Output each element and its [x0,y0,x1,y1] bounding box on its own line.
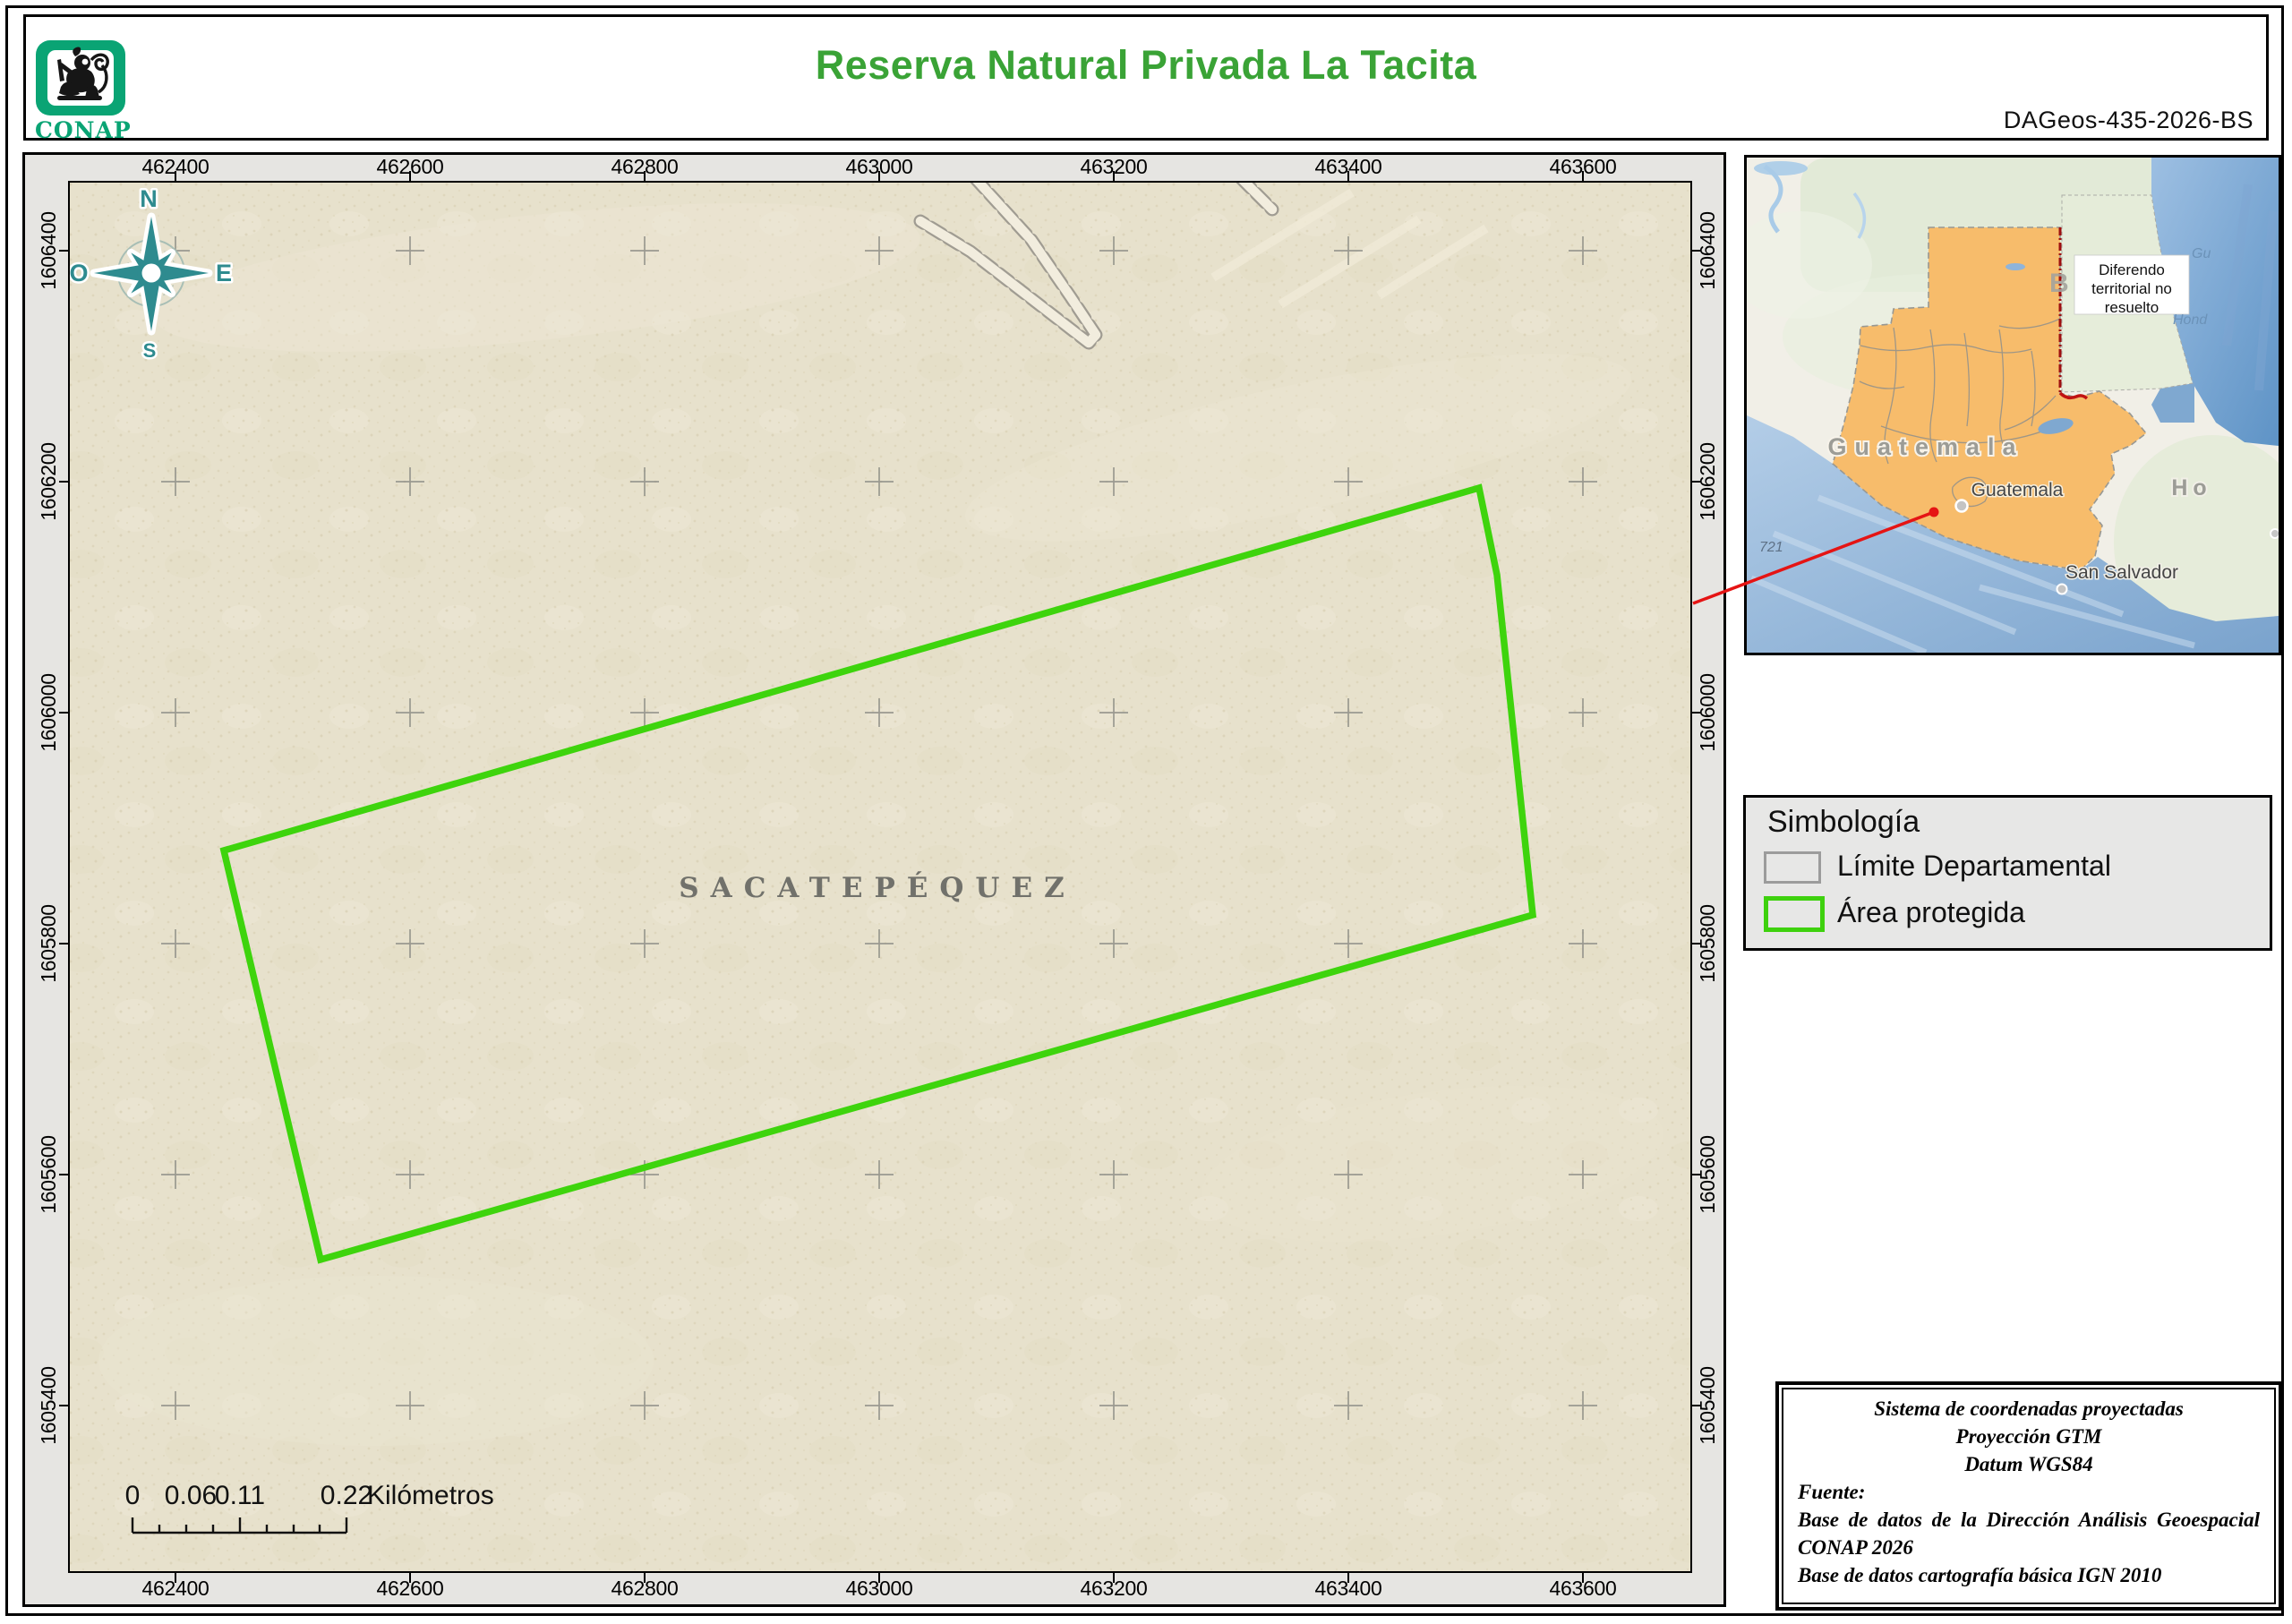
grid-tick [1691,943,1701,944]
scale-label-006: 0.06 [165,1481,217,1510]
grid-coordinate-label: 1605600 [38,1112,59,1237]
compass-s-label: S [143,339,157,362]
grid-coordinate-label: 1605400 [38,1343,59,1468]
grid-tick [1691,481,1701,483]
grid-tick [409,171,411,181]
grid-tick [1113,171,1115,181]
crs-line: Sistema de coordenadas proyectadas [1798,1395,2260,1423]
legend-title: Simbología [1767,805,1920,840]
sea-label-hond: Hond [2173,312,2208,328]
grid-tick [175,1573,176,1583]
belize-label-partial: B [2049,269,2069,298]
scale-unit-label: Kilómetros [367,1481,494,1510]
main-map-frame: SACATEPÉQUEZ [22,152,1726,1607]
guatemala-country-label: Guatemala [1827,433,2023,460]
main-map: SACATEPÉQUEZ [68,181,1692,1573]
grid-tick [1582,1573,1584,1583]
grid-tick [644,1573,646,1583]
city-dot-edge [2271,529,2279,538]
legend-item-label: Límite Departamental [1837,850,2111,883]
grid-coordinate-label: 1606200 [38,419,59,544]
header: CONAP Reserva Natural Privada La Tacita … [23,14,2269,141]
guatemala-city-dot [1956,500,1968,512]
map-title: Reserva Natural Privada La Tacita [26,42,2266,89]
document-code: DAGeos-435-2026-BS [2004,107,2254,134]
source-line-2: CONAP 2026 [1798,1534,2260,1561]
honduras-label-partial: Ho [2171,475,2211,500]
grid-tick [1347,1573,1349,1583]
grid-tick [1691,712,1701,714]
grid-tick [59,943,69,944]
grid-tick [878,1573,880,1583]
map-sheet: CONAP Reserva Natural Privada La Tacita … [0,0,2292,1624]
grid-tick [644,171,646,181]
grid-tick [59,1405,69,1406]
datum-line: Datum WGS84 [1798,1450,2260,1478]
departmental-boundary-swatch [1764,851,1821,884]
scale-label-011: 0.11 [215,1481,265,1510]
grid-coordinate-label: 1606400 [38,188,59,313]
grid-tick [59,1174,69,1175]
metadata-box: Sistema de coordenadas proyectadas Proye… [1775,1381,2282,1611]
san-salvador-dot [2057,585,2067,594]
diferendo-callout: Diferendo territorial no resuelto [2074,255,2189,316]
grid-tick [1347,171,1349,181]
grid-tick [175,171,176,181]
grid-tick [59,250,69,252]
fuente-label: Fuente: [1798,1478,2260,1506]
grid-tick [878,171,880,181]
conap-wordmark: CONAP [35,117,126,143]
diferendo-line-3: resuelto [2105,299,2159,316]
protected-area-swatch [1764,896,1825,932]
compass-e-label: E [216,260,232,286]
grid-tick [1691,1174,1701,1175]
legend: Simbología Límite Departamental Área pro… [1743,795,2272,951]
grid-tick [59,712,69,714]
legend-item-label: Área protegida [1837,896,2025,929]
depth-label: 721 [1759,540,1783,555]
sea-label-gu: Gu [2192,246,2211,261]
map-canvas: SACATEPÉQUEZ [70,183,1690,1571]
scale-label-022: 0.22 [321,1481,372,1510]
compass-n-label: N [140,185,158,212]
inset-locator-map: B Diferendo territorial no resuelto Guat… [1744,155,2281,655]
compass-o-label: O [70,260,89,286]
grid-tick [409,1573,411,1583]
grid-tick [59,481,69,483]
grid-tick [1113,1573,1115,1583]
source-line-1: Base de datos de la Dirección Análisis G… [1798,1506,2260,1534]
san-salvador-label: San Salvador [2065,562,2178,583]
projection-line: Proyección GTM [1798,1423,2260,1450]
metadata-inner: Sistema de coordenadas proyectadas Proye… [1782,1388,2276,1604]
grid-coordinate-label: 1605800 [38,881,59,1006]
grid-tick [1691,1405,1701,1406]
grid-tick [1582,171,1584,181]
scale-label-0: 0 [125,1481,141,1510]
department-label: SACATEPÉQUEZ [679,870,1075,904]
grid-tick [1691,250,1701,252]
source-line-3: Base de datos cartografía básica IGN 201… [1798,1561,2260,1589]
grid-coordinate-label: 1606000 [38,650,59,775]
diferendo-line-1: Diferendo [2099,261,2165,278]
guatemala-city-label: Guatemala [1971,480,2064,500]
diferendo-line-2: territorial no [2091,280,2172,297]
inset-canvas: B Diferendo territorial no resuelto Guat… [1747,158,2279,653]
